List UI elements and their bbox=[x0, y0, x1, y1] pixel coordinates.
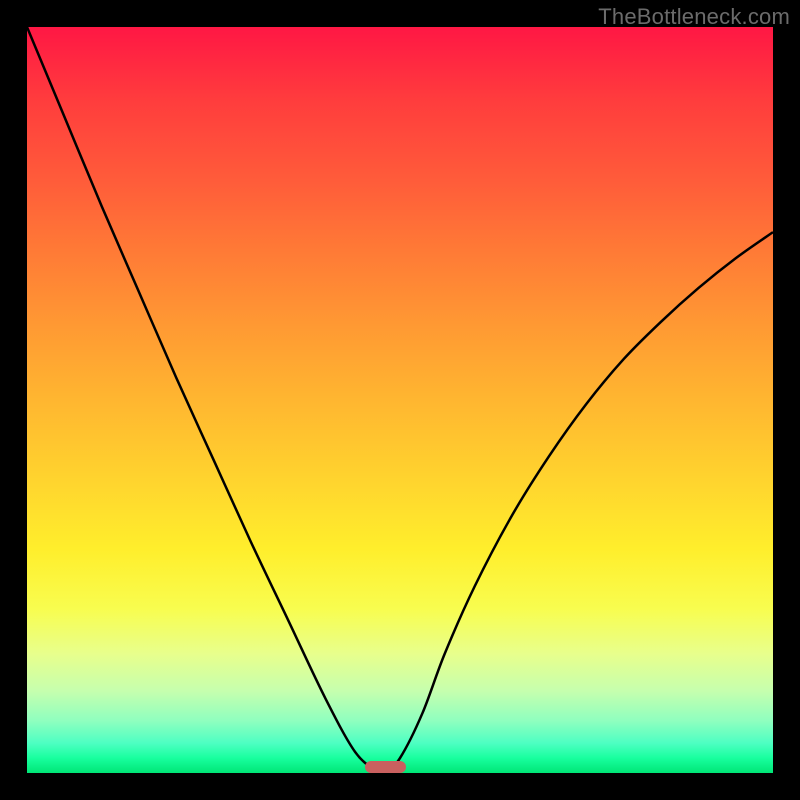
watermark-text: TheBottleneck.com bbox=[598, 4, 790, 30]
plot-area bbox=[27, 27, 773, 773]
optimum-marker bbox=[365, 761, 406, 773]
curve-path bbox=[27, 27, 773, 773]
bottleneck-curve bbox=[27, 27, 773, 773]
frame: TheBottleneck.com bbox=[0, 0, 800, 800]
